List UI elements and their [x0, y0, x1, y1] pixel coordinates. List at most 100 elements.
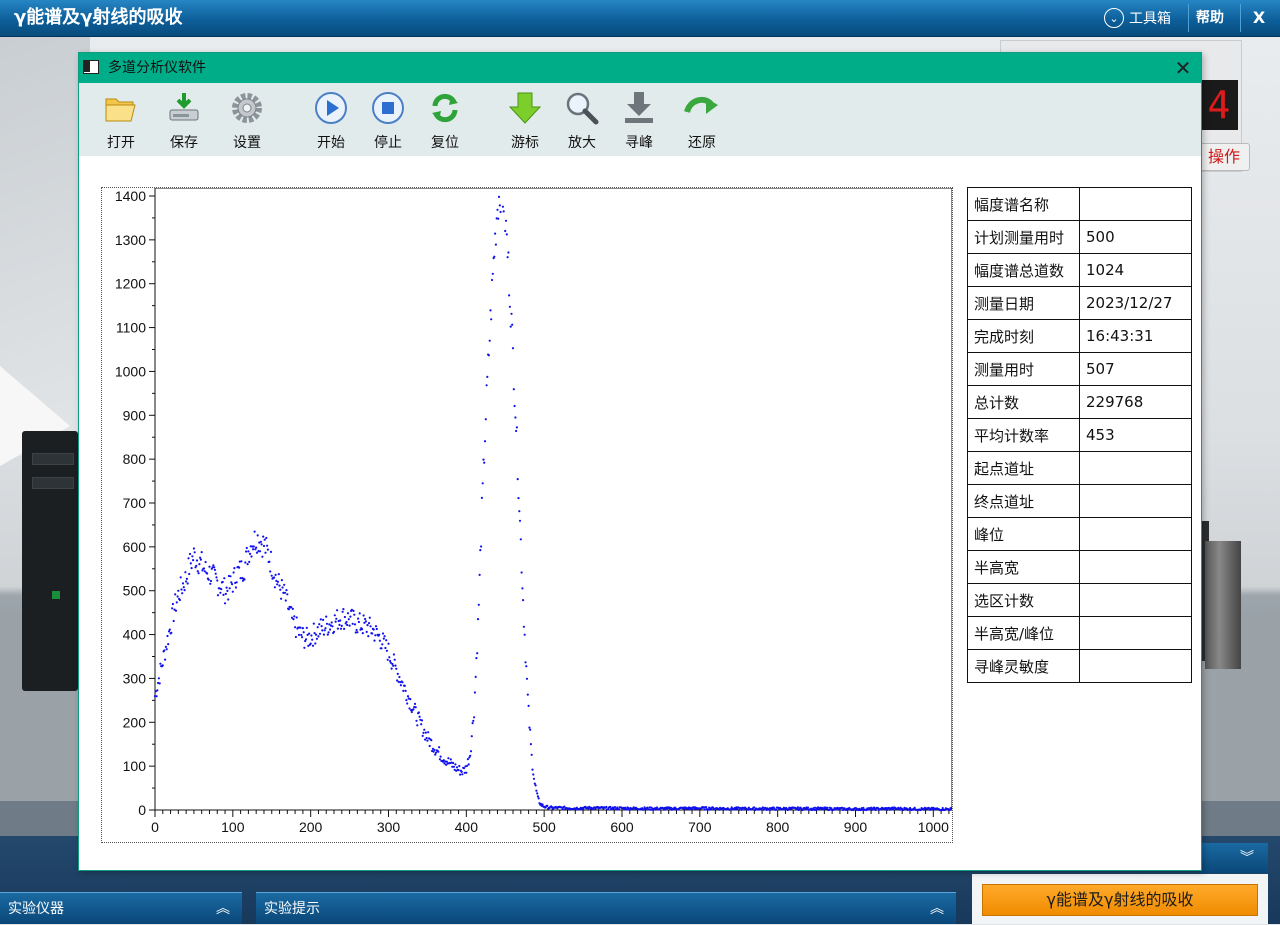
spectrum-point: [532, 773, 535, 776]
spectrum-point: [339, 627, 343, 630]
spectrum-point: [507, 251, 510, 254]
spectrum-point: [609, 805, 612, 809]
spectrum-point: [454, 763, 457, 766]
spectrum-point: [518, 519, 522, 522]
spectrum-point: [330, 621, 333, 624]
spectrum-point: [195, 559, 199, 562]
spectrum-point: [353, 613, 356, 616]
redo-arrow-icon: [684, 96, 718, 114]
spectrum-point: [212, 564, 215, 567]
spectrum-point: [181, 592, 184, 595]
spectrum-point: [199, 556, 202, 559]
spectrum-point: [528, 726, 531, 729]
spectrum-point: [461, 773, 464, 776]
computer-tower[interactable]: [22, 431, 78, 691]
info-value: 16:43:31: [1079, 319, 1192, 353]
restore-button[interactable]: 还原: [672, 86, 732, 152]
spectrum-point: [196, 570, 199, 573]
toolbox-button[interactable]: ⌄ 工具箱: [1104, 0, 1171, 36]
settings-label: 设置: [233, 135, 261, 151]
spectrum-point: [309, 642, 312, 645]
spectrum-point: [166, 634, 169, 638]
magnifier-icon: [566, 92, 599, 125]
info-value: 1024: [1079, 253, 1192, 287]
spectrum-point: [315, 633, 318, 636]
spectrum-point: [522, 599, 525, 602]
spectrum-point: [473, 691, 476, 694]
spectrum-point: [404, 689, 407, 692]
table-row: 起点道址: [967, 451, 1192, 485]
device-operate-button[interactable]: 操作: [1198, 143, 1250, 171]
spectrum-point: [374, 625, 378, 628]
table-row: 半高宽/峰位: [967, 616, 1192, 650]
help-button[interactable]: 帮助: [1196, 0, 1224, 36]
info-key: 测量用时: [967, 352, 1080, 386]
start-button[interactable]: 开始: [301, 86, 361, 152]
find-peak-button[interactable]: 寻峰: [609, 86, 669, 152]
spectrum-point: [301, 627, 304, 630]
instruments-panel[interactable]: 实验仪器 ︽: [0, 892, 242, 924]
table-row: 测量用时 507: [967, 352, 1192, 386]
spectrum-point: [486, 375, 489, 378]
close-app-button[interactable]: X: [1246, 0, 1272, 36]
led-digit-display: 4: [1200, 80, 1238, 130]
spectrum-point: [277, 573, 280, 576]
info-value: [1079, 187, 1192, 221]
save-button[interactable]: 保存: [154, 86, 214, 152]
spectrum-point: [541, 803, 544, 806]
spectrum-point: [357, 620, 360, 624]
y-tick-label: 1000: [115, 363, 146, 379]
spectrum-point: [268, 560, 271, 563]
zoom-button[interactable]: 放大: [552, 86, 612, 152]
spectrum-point: [534, 784, 537, 787]
spectrum-point: [276, 583, 279, 586]
cursor-button[interactable]: 游标: [495, 86, 555, 152]
spectrum-plot-frame: 0 100 200 300 400 500 600 700 800 900 1000 1100 1200…: [101, 187, 953, 843]
spectrum-point: [322, 633, 325, 636]
app-title: γ能谱及γ射线的吸收: [14, 7, 183, 28]
stop-icon: [372, 92, 404, 124]
experiment-title-badge[interactable]: γ能谱及γ射线的吸收: [982, 884, 1258, 916]
spectrum-point: [333, 614, 336, 617]
spectrum-point: [172, 619, 175, 623]
spectrum-point: [476, 618, 480, 621]
spectrum-point: [395, 667, 398, 670]
spectrum-point: [457, 769, 460, 772]
spectrum-point: [283, 591, 287, 594]
y-tick-label: 500: [123, 583, 147, 599]
spectrum-point: [269, 550, 273, 553]
spectrum-point: [536, 792, 539, 795]
stop-button[interactable]: 停止: [358, 86, 418, 152]
collapse-button[interactable]: ︾: [1200, 843, 1268, 873]
spectrum-point: [213, 566, 216, 569]
spectrum-point: [262, 535, 265, 538]
spectrum-point: [255, 551, 259, 554]
toolbox-label: 工具箱: [1129, 11, 1171, 27]
spectrum-point: [250, 555, 253, 558]
spectrum-point: [187, 557, 190, 560]
spectrum-point: [437, 750, 440, 753]
spectrum-point: [188, 552, 192, 556]
spectrum-point: [478, 573, 481, 576]
spectrum-point: [263, 538, 266, 541]
settings-button[interactable]: 设置: [217, 86, 277, 152]
reset-button[interactable]: 复位: [415, 86, 475, 152]
hints-panel[interactable]: 实验提示 ︽: [256, 892, 956, 924]
y-tick-label: 600: [123, 539, 147, 555]
spectrum-point: [381, 632, 385, 635]
spectrum-point: [326, 633, 329, 636]
spectrum-plot[interactable]: 0100200300400500600700800900100011001200…: [102, 188, 952, 842]
spectrum-point: [405, 699, 408, 702]
spectrum-point: [315, 637, 318, 640]
info-key: 峰位: [967, 517, 1080, 551]
instruments-label: 实验仪器: [8, 901, 64, 917]
spectrum-point: [231, 590, 234, 593]
spectrum-point: [386, 658, 389, 661]
window-close-button[interactable]: ✕: [1171, 53, 1195, 83]
spectrum-point: [536, 795, 539, 798]
open-button[interactable]: 打开: [91, 86, 151, 152]
spectrum-point: [161, 664, 164, 667]
spectrum-point: [216, 579, 219, 582]
chevron-down-icon: ⌄: [1104, 8, 1124, 28]
spectrum-point: [493, 255, 496, 258]
